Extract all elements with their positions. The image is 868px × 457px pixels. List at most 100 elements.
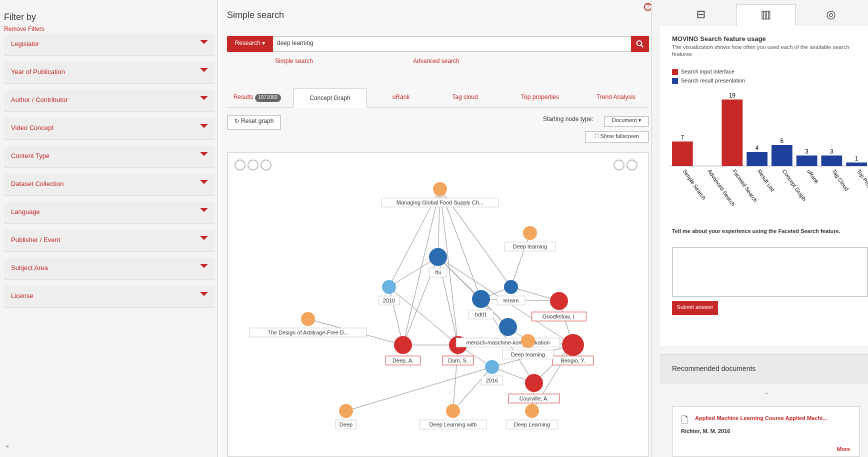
concept-graph-canvas[interactable]: Managing Global Food Supply Ch... Deep le… bbox=[227, 152, 649, 457]
submit-answer-button[interactable]: Submit answer bbox=[672, 301, 718, 315]
concept-graph-svg: Managing Global Food Supply Ch... Deep le… bbox=[234, 159, 638, 430]
graph-edge bbox=[345, 366, 493, 412]
chevron-down-icon[interactable] bbox=[200, 152, 208, 156]
graph-node-year-icon[interactable] bbox=[382, 280, 396, 294]
filter-panel-icon[interactable]: ⊟ bbox=[688, 8, 714, 24]
graph-node-doc-icon[interactable] bbox=[446, 404, 460, 418]
tab-trend-analysis[interactable]: Trend Analysis bbox=[583, 88, 649, 108]
chart-bar-value: 7 bbox=[681, 136, 685, 142]
edit-tool-icon[interactable] bbox=[260, 159, 272, 171]
node-type-select[interactable]: Document ▾ bbox=[604, 116, 649, 127]
graph-node-label[interactable]: Deep Learning bbox=[514, 423, 550, 429]
chevron-down-icon[interactable] bbox=[200, 40, 208, 44]
graph-node-label[interactable]: 2010 bbox=[383, 299, 395, 305]
graph-node-doc-icon[interactable] bbox=[433, 182, 447, 196]
chevron-down-icon[interactable] bbox=[200, 180, 208, 184]
filter-item[interactable]: Author / Contributor bbox=[4, 90, 214, 112]
list-tool-icon[interactable] bbox=[613, 159, 625, 171]
graph-node-key-icon[interactable] bbox=[504, 280, 518, 294]
graph-node-doc-icon[interactable] bbox=[523, 226, 537, 240]
rec-doc-title[interactable]: Applied Machine Learning Course Applied … bbox=[695, 416, 827, 422]
graph-node-label[interactable]: Dam, S. bbox=[448, 359, 468, 365]
tab-top-properties[interactable]: Top properties bbox=[505, 88, 575, 108]
chart-bar bbox=[721, 99, 743, 166]
reset-graph-button[interactable]: ↻ Reset graph bbox=[227, 115, 281, 130]
graph-node-label[interactable]: The Design of Arbitrage-Free D... bbox=[267, 331, 348, 337]
feature-usage-chart: 7 Simple Search Advanced Search 19 Faceted S… bbox=[670, 94, 868, 208]
fullscreen-icon: ⛶ bbox=[594, 134, 599, 140]
advanced-search-link[interactable]: Advanced search bbox=[413, 59, 459, 65]
feedback-textarea[interactable] bbox=[672, 247, 868, 297]
chevron-down-icon[interactable] bbox=[200, 124, 208, 128]
chevron-up-icon[interactable]: ⌃ bbox=[764, 392, 769, 399]
graph-node-person-icon[interactable] bbox=[394, 336, 412, 354]
graph-node-label[interactable]: Courville, A. bbox=[519, 397, 549, 403]
graph-node-key-icon[interactable] bbox=[429, 248, 447, 266]
chevron-down-icon[interactable] bbox=[200, 208, 208, 212]
filter-item[interactable]: Legislator bbox=[4, 34, 214, 56]
chart-bar bbox=[821, 155, 843, 166]
tab-urank[interactable]: uRank bbox=[373, 88, 429, 108]
graph-node-person-icon[interactable] bbox=[525, 374, 543, 392]
help-tool-icon[interactable] bbox=[626, 159, 638, 171]
filter-tool-icon[interactable] bbox=[234, 159, 246, 171]
chart-tick-label: Top Properties bbox=[855, 169, 868, 202]
graph-node-year-icon[interactable] bbox=[485, 360, 499, 374]
rec-more-link[interactable]: More bbox=[837, 447, 850, 453]
graph-node-doc-icon[interactable] bbox=[339, 404, 353, 418]
tab-concept-graph[interactable]: Concept Graph bbox=[293, 88, 367, 108]
chevron-down-icon[interactable] bbox=[200, 96, 208, 100]
graph-node-person-icon[interactable] bbox=[562, 334, 584, 356]
simple-search-link[interactable]: Simple search bbox=[275, 59, 313, 65]
document-icon: 🗋 bbox=[681, 415, 689, 425]
graph-node-label[interactable]: Deep, A. bbox=[392, 359, 414, 365]
graph-node-key-icon[interactable] bbox=[499, 318, 517, 336]
remove-filters-link[interactable]: Remove Filters bbox=[4, 27, 44, 33]
tab-results[interactable]: Results 1071060 bbox=[227, 88, 287, 108]
chevron-down-icon[interactable] bbox=[200, 264, 208, 268]
graph-node-label[interactable]: 2016 bbox=[486, 379, 498, 385]
graph-node-label[interactable]: Deep bbox=[339, 423, 352, 429]
search-input[interactable]: deep learning bbox=[277, 36, 313, 52]
filter-item[interactable]: Subject Area bbox=[4, 258, 214, 280]
graph-node-label[interactable]: Deep Learning with bbox=[429, 423, 476, 429]
show-fullscreen-button[interactable]: ⛶ Show fullscreen bbox=[585, 131, 649, 143]
filter-item[interactable]: Dataset Collection bbox=[4, 174, 214, 196]
search-button[interactable] bbox=[631, 36, 649, 52]
chevron-down-icon[interactable] bbox=[200, 236, 208, 240]
graph-node-doc-icon[interactable] bbox=[525, 404, 539, 418]
graph-edge bbox=[388, 286, 459, 346]
filter-item[interactable]: Year of Publication bbox=[4, 62, 214, 84]
collapse-sidebar-icon[interactable]: « bbox=[6, 444, 9, 450]
graph-node-label[interactable]: lernen bbox=[503, 299, 518, 305]
graph-node-label[interactable]: Goodfellow, I. bbox=[542, 315, 576, 321]
bar-chart-icon[interactable]: ▥ bbox=[753, 8, 779, 24]
graph-node-label[interactable]: Bengio, Y. bbox=[561, 359, 586, 365]
filter-item[interactable]: License bbox=[4, 286, 214, 308]
filter-item[interactable]: Language bbox=[4, 202, 214, 224]
filter-label: License bbox=[11, 293, 34, 300]
graph-node-key-icon[interactable] bbox=[472, 290, 490, 308]
graph-node-label[interactable]: mensch-maschine-kommunikation bbox=[466, 341, 549, 347]
filter-item[interactable]: Video Concept bbox=[4, 118, 214, 140]
chevron-down-icon[interactable] bbox=[200, 292, 208, 296]
filter-item[interactable]: Publisher / Event bbox=[4, 230, 214, 252]
graph-node-label[interactable]: hdtl1 bbox=[475, 313, 487, 319]
tab-tag-cloud[interactable]: Tag cloud bbox=[437, 88, 493, 108]
chart-tick-label: Advanced Search bbox=[706, 169, 736, 208]
graph-node-label[interactable]: Managing Global Food Supply Ch... bbox=[396, 201, 484, 207]
tag-tool-icon[interactable] bbox=[247, 159, 259, 171]
graph-node-label[interactable]: fhi bbox=[435, 271, 441, 277]
graph-node-label[interactable]: Deep learning bbox=[511, 353, 545, 359]
graph-node-person-icon[interactable] bbox=[550, 292, 568, 310]
chevron-down-icon[interactable] bbox=[200, 68, 208, 72]
tab-results-label: Results bbox=[233, 95, 254, 101]
research-dropdown-button[interactable]: Research ▾ bbox=[227, 36, 273, 52]
graph-node-doc-icon[interactable] bbox=[301, 312, 315, 326]
compass-icon[interactable]: ◎ bbox=[818, 8, 844, 24]
filter-item[interactable]: Content Type bbox=[4, 146, 214, 168]
filter-label: Publisher / Event bbox=[11, 237, 61, 244]
graph-node-label[interactable]: Deep learning bbox=[513, 245, 547, 251]
graph-node-doc-icon[interactable] bbox=[521, 334, 535, 348]
recommended-card[interactable]: 🗋 Applied Machine Learning Course Applie… bbox=[672, 406, 860, 457]
